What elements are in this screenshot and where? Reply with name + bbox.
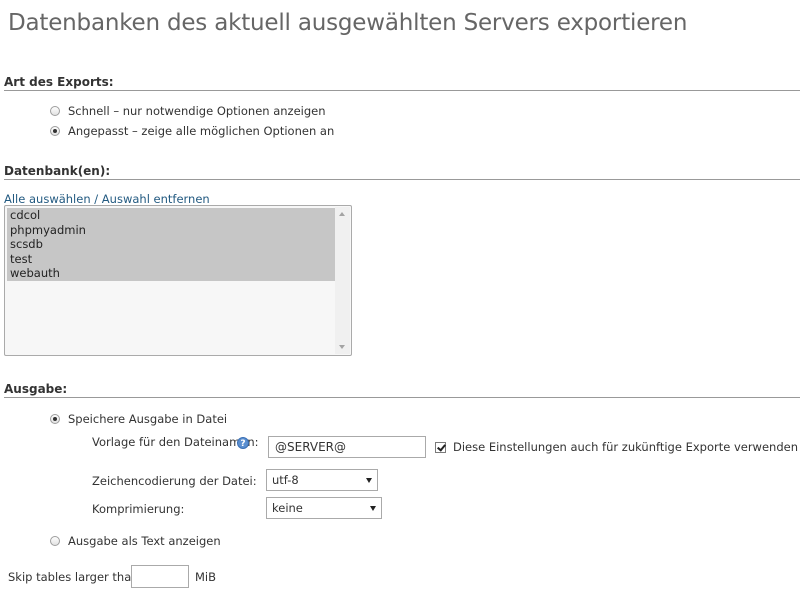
- database-options: cdcol phpmyadmin scsdb test webauth: [7, 208, 335, 281]
- export-type-heading: Art des Exports:: [4, 75, 114, 89]
- page-title: Datenbanken des aktuell ausgewählten Ser…: [8, 10, 688, 36]
- section-divider: [4, 179, 800, 180]
- export-custom-option[interactable]: Angepasst – zeige alle möglichen Optione…: [50, 124, 334, 138]
- save-to-file-label: Speichere Ausgabe in Datei: [68, 412, 228, 426]
- export-custom-label: Angepasst – zeige alle möglichen Optione…: [68, 124, 335, 138]
- skip-tables-unit: MiB: [195, 570, 217, 584]
- databases-heading: Datenbank(en):: [4, 164, 111, 178]
- export-custom-radio[interactable]: [50, 126, 60, 136]
- compression-select[interactable]: keine: [266, 497, 382, 519]
- database-option[interactable]: webauth: [7, 266, 335, 281]
- compression-value: keine: [272, 501, 303, 515]
- section-divider: [4, 397, 800, 398]
- export-quick-radio[interactable]: [50, 106, 60, 116]
- chevron-down-icon: [370, 506, 376, 511]
- skip-tables-input[interactable]: [131, 565, 189, 588]
- remember-settings-label: Diese Einstellungen auch für zukünftige …: [453, 440, 798, 454]
- save-to-file-option[interactable]: Speichere Ausgabe in Datei: [50, 412, 227, 426]
- export-quick-label: Schnell – nur notwendige Optionen anzeig…: [68, 104, 326, 118]
- output-as-text-label: Ausgabe als Text anzeigen: [68, 534, 221, 548]
- export-quick-option[interactable]: Schnell – nur notwendige Optionen anzeig…: [50, 104, 326, 118]
- section-divider: [4, 90, 800, 91]
- output-heading: Ausgabe:: [4, 382, 68, 396]
- save-to-file-radio[interactable]: [50, 414, 60, 424]
- chevron-down-icon: [366, 478, 372, 483]
- database-select-list[interactable]: cdcol phpmyadmin scsdb test webauth: [4, 205, 352, 356]
- output-as-text-option[interactable]: Ausgabe als Text anzeigen: [50, 534, 221, 548]
- scroll-up-arrow-icon[interactable]: [339, 212, 345, 216]
- skip-tables-label: Skip tables larger than: [8, 570, 139, 584]
- remember-settings-checkbox[interactable]: [435, 442, 446, 453]
- charset-value: utf-8: [272, 473, 299, 487]
- help-icon[interactable]: ?: [237, 437, 249, 449]
- database-option[interactable]: cdcol: [7, 208, 335, 223]
- database-option[interactable]: scsdb: [7, 237, 335, 252]
- charset-select[interactable]: utf-8: [266, 469, 378, 491]
- database-option[interactable]: phpmyadmin: [7, 222, 335, 238]
- charset-label: Zeichencodierung der Datei:: [92, 474, 257, 488]
- output-as-text-radio[interactable]: [50, 536, 60, 546]
- filename-template-label: Vorlage für den Dateinamen:: [92, 435, 259, 449]
- filename-template-input[interactable]: @SERVER@: [268, 436, 426, 458]
- database-option[interactable]: test: [7, 251, 335, 267]
- select-all-link[interactable]: Alle auswählen / Auswahl entfernen: [4, 192, 210, 206]
- list-scrollbar[interactable]: [335, 207, 350, 354]
- scroll-down-arrow-icon[interactable]: [339, 345, 345, 349]
- compression-label: Komprimierung:: [92, 502, 185, 516]
